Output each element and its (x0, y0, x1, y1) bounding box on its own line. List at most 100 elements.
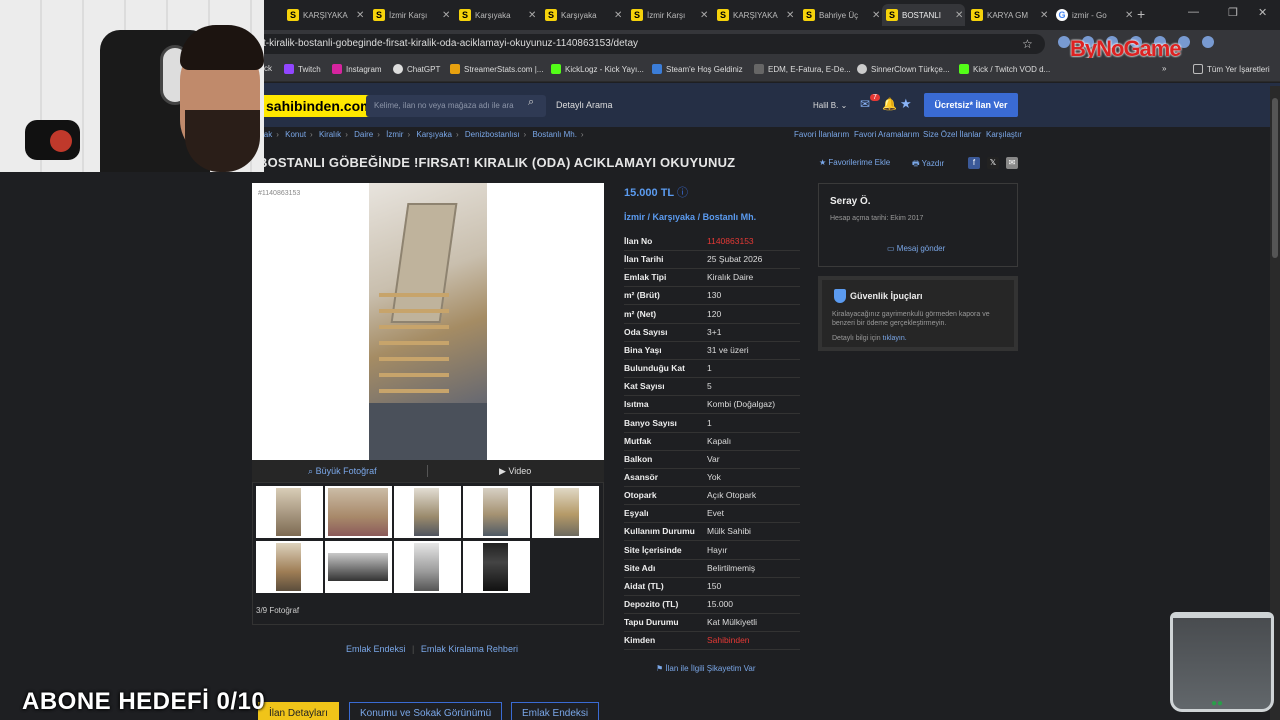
photo-thumbnail[interactable] (463, 486, 530, 538)
browser-tab[interactable]: S KARŞIYAKA ✕ (713, 4, 796, 26)
special-listings-link[interactable]: Size Özel İlanlar (923, 130, 981, 139)
bookmark-star-icon[interactable]: ☆ (1022, 37, 1033, 51)
bookmark-item[interactable]: ChatGPT (393, 64, 440, 74)
detail-value: Açık Otopark (707, 490, 757, 501)
photo-thumbnail[interactable] (325, 541, 392, 593)
detailed-search-link[interactable]: Detaylı Arama (556, 100, 613, 110)
detail-value: Hayır (707, 544, 728, 555)
main-photo[interactable]: #1140863153 (252, 183, 604, 460)
big-photo-button[interactable]: ⌕ Büyük Fotoğraf (308, 466, 377, 477)
breadcrumb-item[interactable]: Daire (354, 130, 373, 139)
browser-tab[interactable]: S KARYA GM ✕ (967, 4, 1050, 26)
close-icon[interactable]: ✕ (442, 10, 452, 21)
breadcrumb-item[interactable]: Konut (285, 130, 306, 139)
facebook-share-icon[interactable]: f (968, 157, 980, 169)
close-icon[interactable]: ✕ (700, 10, 710, 21)
post-ad-button[interactable]: Ücretsiz* İlan Ver (924, 93, 1018, 117)
close-icon[interactable]: ✕ (1125, 10, 1135, 21)
bookmark-item[interactable]: SinnerClown Türkçe... (857, 64, 950, 74)
x-share-icon[interactable]: 𝕏 (987, 157, 999, 169)
bookmark-item[interactable]: KickLogz - Kick Yayı... (551, 64, 644, 74)
browser-tab[interactable]: S Karşıyaka ✕ (455, 4, 538, 26)
favorite-listings-link[interactable]: Favori İlanlarım (794, 130, 849, 139)
detail-label: Oda Sayısı (624, 326, 668, 337)
bookmark-item[interactable]: StreamerStats.com |... (450, 64, 543, 74)
close-window-icon[interactable]: ✕ (1258, 6, 1267, 19)
email-share-icon[interactable]: ✉ (1006, 157, 1018, 169)
report-listing-link[interactable]: ⚑ İlan ile İlgili Şikayetim Var (656, 664, 756, 673)
detail-row: Emlak Tipi Kiralık Daire (624, 269, 800, 288)
add-favorite-link[interactable]: ★ Favorilerime Ekle (819, 158, 890, 167)
bookmark-item[interactable]: EDM, E-Fatura, E-De... (754, 64, 851, 74)
tab-real-estate-index[interactable]: Emlak Endeksi (511, 702, 600, 720)
tab-location[interactable]: Konumu ve Sokak Görünümü (349, 702, 503, 720)
video-button[interactable]: ▶ Video (499, 466, 531, 477)
scrollbar-thumb[interactable] (1272, 98, 1278, 258)
browser-tab[interactable]: S Bahriye Üç ✕ (799, 4, 882, 26)
detail-value: 150 (707, 580, 722, 591)
close-icon[interactable]: ✕ (786, 10, 796, 21)
location-link[interactable]: Karşıyaka (653, 212, 696, 222)
browser-tab[interactable]: Gizmir - Go ✕ (1052, 4, 1135, 26)
more-bookmarks-icon[interactable]: » (1162, 64, 1166, 73)
browser-tab[interactable]: S İzmir Karşı ✕ (369, 4, 452, 26)
bookmark-item[interactable]: ck (264, 64, 272, 73)
seller-name[interactable]: Seray Ö. (830, 196, 871, 207)
photo-thumbnail[interactable] (394, 486, 461, 538)
detail-label: İlan Tarihi (624, 254, 664, 265)
extension-icon[interactable] (1058, 36, 1070, 48)
send-message-link[interactable]: ▭ Mesaj gönder (887, 244, 945, 253)
bell-icon[interactable]: 🔔 (882, 97, 897, 111)
room-photo-image (369, 183, 487, 460)
minimize-icon[interactable]: — (1188, 6, 1199, 18)
breadcrumb-item[interactable]: Kiralık (319, 130, 341, 139)
rental-guide-link[interactable]: Emlak Kiralama Rehberi (421, 644, 518, 654)
photo-thumbnail[interactable] (325, 486, 392, 538)
profile-icon[interactable] (1202, 36, 1214, 48)
photo-thumbnail[interactable] (532, 486, 599, 538)
breadcrumb-item[interactable]: Bostanlı Mh. (532, 130, 576, 139)
bookmark-item[interactable]: Steam'e Hoş Geldiniz (652, 64, 743, 74)
mail-icon[interactable]: ✉ (860, 97, 870, 111)
photo-thumbnail[interactable] (463, 541, 530, 593)
print-link[interactable]: 🖶 Yazdır (912, 158, 944, 172)
photo-listing-id: #1140863153 (258, 190, 301, 197)
bookmark-item[interactable]: Twitch (284, 64, 321, 74)
listing-location: İzmir / Karşıyaka / Bostanlı Mh. (624, 212, 757, 222)
url-input[interactable]: t-kiralik-bostanli-gobeginde-firsat-kira… (255, 34, 1045, 54)
real-estate-index-link[interactable]: Emlak Endeksi (346, 644, 406, 654)
photo-thumbnail[interactable] (394, 541, 461, 593)
favorite-searches-link[interactable]: Favori Aramalarım (854, 130, 919, 139)
close-icon[interactable]: ✕ (356, 10, 366, 21)
photo-thumbnail[interactable] (256, 541, 323, 593)
location-link[interactable]: İzmir (624, 212, 645, 222)
close-icon[interactable]: ✕ (1040, 10, 1050, 21)
photo-thumbnail[interactable] (256, 486, 323, 538)
close-icon[interactable]: ✕ (614, 10, 624, 21)
compare-link[interactable]: Karşılaştır (986, 130, 1022, 139)
browser-tab[interactable]: S Karşıyaka ✕ (541, 4, 624, 26)
all-bookmarks[interactable]: Tüm Yer İşaretleri (1193, 64, 1270, 74)
location-link[interactable]: Bostanlı Mh. (703, 212, 757, 222)
tips-link[interactable]: tıklayın. (883, 335, 907, 342)
breadcrumb-item[interactable]: İzmir (386, 130, 403, 139)
new-tab-icon[interactable]: + (1137, 6, 1145, 22)
search-input[interactable]: Kelime, ilan no veya mağaza adı ile ara (366, 95, 546, 117)
bookmark-item[interactable]: Instagram (332, 64, 382, 74)
breadcrumb-item[interactable]: Denizbostanlısı (465, 130, 520, 139)
favorites-star-icon[interactable]: ★ (900, 96, 912, 112)
restore-icon[interactable]: ❐ (1228, 6, 1238, 19)
browser-tab-active[interactable]: S BOSTANLI ✕ (882, 4, 965, 26)
search-icon[interactable]: ⌕ (528, 96, 534, 109)
close-icon[interactable]: ✕ (955, 10, 965, 21)
info-icon[interactable]: ⓘ (677, 187, 688, 199)
browser-tab[interactable]: S İzmir Karşı ✕ (627, 4, 710, 26)
bookmark-item[interactable]: Kick / Twitch VOD d... (959, 64, 1050, 74)
tab-listing-details[interactable]: İlan Detayları (258, 702, 339, 720)
close-icon[interactable]: ✕ (872, 10, 882, 21)
sahibinden-logo[interactable]: sahibinden.com (262, 95, 377, 117)
close-icon[interactable]: ✕ (528, 10, 538, 21)
user-menu[interactable]: Halil B. ⌄ (813, 101, 847, 110)
browser-tab[interactable]: S KARŞIYAKA ✕ (283, 4, 366, 26)
breadcrumb-item[interactable]: Karşıyaka (416, 130, 452, 139)
